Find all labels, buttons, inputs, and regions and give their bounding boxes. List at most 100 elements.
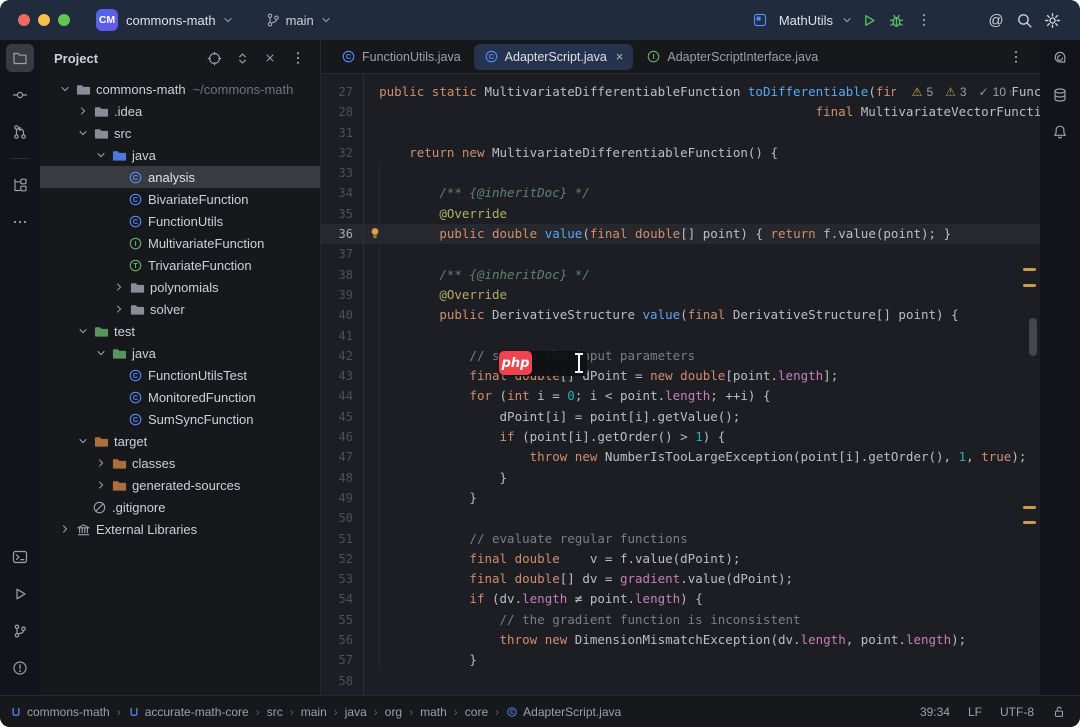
breadcrumb-java[interactable]: java [345, 705, 367, 719]
tool-pull-requests-button[interactable] [6, 118, 34, 146]
chevron-down-icon[interactable] [74, 126, 92, 140]
tab-adapterscript-java[interactable]: CAdapterScript.java× [474, 44, 634, 70]
code-line-28[interactable]: 28 final MultivariateVectorFunction grad… [321, 102, 1040, 122]
tree-item-multivariatefunction[interactable]: IMultivariateFunction [40, 232, 320, 254]
collapse-all-button[interactable] [258, 46, 282, 70]
code-line-33[interactable]: 33 [321, 163, 1040, 183]
tool-commit-button[interactable] [6, 81, 34, 109]
chevron-right-icon[interactable] [74, 104, 92, 118]
vcs-widget[interactable]: main [265, 12, 333, 28]
inspection-typos[interactable]: ✓10 [979, 85, 1006, 99]
code-line-50[interactable]: 50 [321, 508, 1040, 528]
project-widget[interactable]: commons-math [118, 13, 235, 28]
code-line-39[interactable]: 39 @Override [321, 285, 1040, 305]
tree-item-solver[interactable]: solver [40, 298, 320, 320]
tree-item-src[interactable]: src [40, 122, 320, 144]
code-line-46[interactable]: 46 if (point[i].getOrder() > 1) { [321, 427, 1040, 447]
breadcrumb-src[interactable]: src [267, 705, 283, 719]
expand-all-button[interactable] [230, 46, 254, 70]
code-line-57[interactable]: 57 } [321, 650, 1040, 670]
ai-chat-button[interactable]: @ [982, 6, 1010, 34]
tool-more-dots-button[interactable] [6, 208, 34, 236]
chevron-right-icon[interactable] [56, 522, 74, 536]
editor-scrollbar[interactable] [1029, 318, 1037, 356]
tree-item-java[interactable]: java [40, 144, 320, 166]
minimize-window-button[interactable] [38, 14, 50, 26]
code-line-53[interactable]: 53 final double[] dv = gradient.value(dP… [321, 569, 1040, 589]
code-line-31[interactable]: 31 [321, 123, 1040, 143]
tree-item-analysis[interactable]: Canalysis [40, 166, 320, 188]
locate-button[interactable] [202, 46, 226, 70]
caret-position[interactable]: 39:34 [920, 705, 950, 719]
close-tab-icon[interactable]: × [616, 49, 624, 64]
file-encoding[interactable]: UTF-8 [1000, 705, 1034, 719]
tool-project-folder-button[interactable] [6, 44, 34, 72]
chevron-down-icon[interactable] [56, 82, 74, 96]
code-line-45[interactable]: 45 dPoint[i] = point[i].getValue(); [321, 407, 1040, 427]
line-separator[interactable]: LF [968, 705, 982, 719]
code-line-55[interactable]: 55 // the gradient function is inconsist… [321, 610, 1040, 630]
tree-item-test[interactable]: test [40, 320, 320, 342]
chevron-down-icon[interactable] [74, 434, 92, 448]
tree-item-java[interactable]: java [40, 342, 320, 364]
breadcrumb-adapterscript-java[interactable]: CAdapterScript.java [506, 705, 621, 719]
tool-git-branch-button[interactable] [6, 617, 34, 645]
chevron-right-icon[interactable] [110, 280, 128, 294]
chevron-right-icon[interactable] [92, 478, 110, 492]
run-button[interactable] [854, 6, 882, 34]
code-line-54[interactable]: 54 if (dv.length ≠ point.length) { [321, 589, 1040, 609]
code-line-43[interactable]: 43 final double[] dPoint = new double[po… [321, 366, 1040, 386]
breadcrumb-accurate-math-core[interactable]: accurate-math-core [128, 705, 249, 719]
tab-functionutils-java[interactable]: CFunctionUtils.java [331, 44, 471, 70]
chevron-down-icon[interactable] [92, 148, 110, 162]
breadcrumb-core[interactable]: core [465, 705, 488, 719]
code-line-37[interactable]: 37 [321, 244, 1040, 264]
code-line-56[interactable]: 56 throw new DimensionMismatchException(… [321, 630, 1040, 650]
search-everywhere-button[interactable] [1010, 6, 1038, 34]
tree-item-classes[interactable]: classes [40, 452, 320, 474]
tool-structure-button[interactable] [6, 171, 34, 199]
inspection-warning[interactable]: ⚠5 [912, 85, 933, 99]
debug-button[interactable] [882, 6, 910, 34]
tree-item-functionutils[interactable]: CFunctionUtils [40, 210, 320, 232]
tree-item--idea[interactable]: .idea [40, 100, 320, 122]
change-marker[interactable] [1023, 268, 1036, 271]
more-actions-button[interactable] [910, 6, 938, 34]
tree-item-sumsyncfunction[interactable]: CSumSyncFunction [40, 408, 320, 430]
tree-item-bivariatefunction[interactable]: CBivariateFunction [40, 188, 320, 210]
code-line-49[interactable]: 49 } [321, 488, 1040, 508]
breadcrumb-main[interactable]: main [301, 705, 327, 719]
code-line-58[interactable]: 58 [321, 671, 1040, 691]
tree-item--gitignore[interactable]: .gitignore [40, 496, 320, 518]
intention-bulb-icon[interactable] [368, 226, 382, 246]
tool-database-button[interactable] [1046, 81, 1074, 109]
tool-terminal-button[interactable] [6, 543, 34, 571]
code-line-44[interactable]: 44 for (int i = 0; i < point.length; ++i… [321, 386, 1040, 406]
dots-v-button[interactable] [286, 46, 310, 70]
code-line-38[interactable]: 38 /** {@inheritDoc} */ [321, 265, 1040, 285]
tree-item-generated-sources[interactable]: generated-sources [40, 474, 320, 496]
change-marker[interactable] [1023, 284, 1036, 287]
tree-item-target[interactable]: target [40, 430, 320, 452]
code-line-35[interactable]: 35 @Override [321, 204, 1040, 224]
chevron-down-icon[interactable] [74, 324, 92, 338]
code-editor[interactable]: 27 public static MultivariateDifferentia… [321, 74, 1040, 695]
tool-run-button[interactable] [6, 580, 34, 608]
code-line-32[interactable]: 32 return new MultivariateDifferentiable… [321, 143, 1040, 163]
inspection-weak-warning[interactable]: ⚠3 [945, 85, 966, 99]
tool-ai-assistant-button[interactable] [1046, 44, 1074, 72]
chevron-right-icon[interactable] [110, 302, 128, 316]
code-line-42[interactable]: 42 // set up the input parameters [321, 346, 1040, 366]
breadcrumb-commons-math[interactable]: commons-math [10, 705, 110, 719]
tree-item-commons-math[interactable]: commons-math~/commons-math [40, 78, 320, 100]
tree-item-functionutilstest[interactable]: CFunctionUtilsTest [40, 364, 320, 386]
tree-item-external-libraries[interactable]: External Libraries [40, 518, 320, 540]
code-line-47[interactable]: 47 throw new NumberIsTooLargeException(p… [321, 447, 1040, 467]
code-line-51[interactable]: 51 // evaluate regular functions [321, 529, 1040, 549]
chevron-right-icon[interactable] [92, 456, 110, 470]
tree-item-trivariatefunction[interactable]: TTrivariateFunction [40, 254, 320, 276]
change-marker[interactable] [1023, 521, 1036, 524]
code-line-34[interactable]: 34 /** {@inheritDoc} */ [321, 183, 1040, 203]
tab-adapterscriptinterface-java[interactable]: IAdapterScriptInterface.java [636, 44, 828, 70]
run-configuration-widget[interactable]: MathUtils [752, 12, 854, 28]
